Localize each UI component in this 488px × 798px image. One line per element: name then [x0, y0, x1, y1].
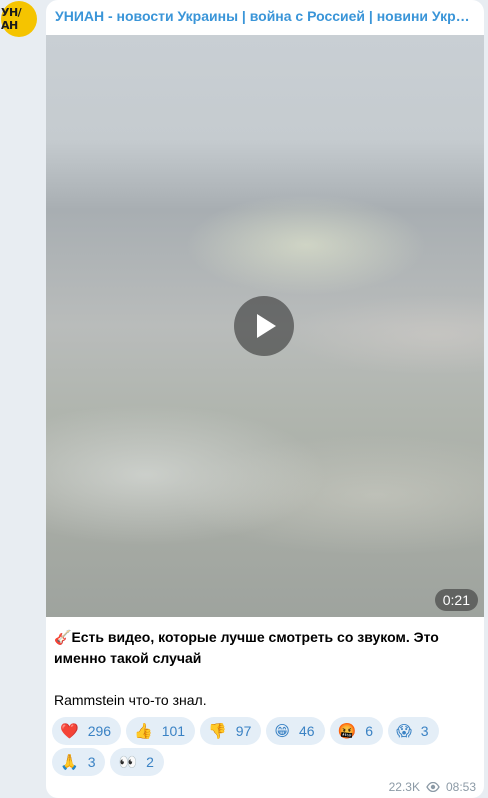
caption-bold-text: Есть видео, которые лучше смотреть со зв…: [54, 629, 439, 666]
caption-second-line: Rammstein что-то знал.: [54, 692, 207, 708]
play-button[interactable]: [234, 296, 294, 356]
reaction-cursing[interactable]: 🤬 6: [329, 717, 384, 745]
reaction-grin[interactable]: 😁 46: [266, 717, 325, 745]
message-bubble: УНИАН - новости Украины | война с Россие…: [46, 0, 484, 798]
reaction-count: 97: [235, 723, 252, 739]
pray-icon: 🙏: [60, 753, 79, 771]
reactions-bar: ❤️ 296 👍 101 👎 97 😁 46 🤬 6 😱 3 🙏 3 👀 2: [52, 717, 478, 779]
reaction-scream[interactable]: 😱 3: [388, 717, 439, 745]
reaction-heart[interactable]: ❤️ 296: [52, 717, 122, 745]
reaction-thumbs-up[interactable]: 👍 101: [126, 717, 196, 745]
message-text: 🎸Есть видео, которые лучше смотреть со з…: [54, 627, 474, 711]
reaction-thumbs-down[interactable]: 👎 97: [200, 717, 262, 745]
heart-icon: ❤️: [60, 722, 79, 740]
reaction-count: 46: [299, 723, 315, 739]
reaction-pray[interactable]: 🙏 3: [52, 748, 106, 776]
reaction-count: 296: [87, 723, 112, 739]
reaction-count: 3: [420, 723, 429, 739]
avatar-logo-text: УН/АН: [1, 6, 22, 32]
message-time: 08:53: [445, 780, 476, 794]
video-player[interactable]: 0:21: [46, 35, 484, 617]
eye-icon: [426, 782, 440, 792]
thumbs-up-icon: 👍: [134, 722, 153, 740]
channel-name[interactable]: УНИАН - новости Украины | война с Россие…: [55, 8, 475, 24]
guitar-emoji-icon: 🎸: [54, 629, 72, 645]
thumbs-down-icon: 👎: [208, 722, 227, 740]
reaction-count: 2: [146, 754, 154, 770]
cursing-face-icon: 🤬: [337, 722, 357, 740]
channel-avatar[interactable]: УН/АН: [1, 1, 37, 37]
scream-icon: 😱: [396, 722, 412, 740]
reaction-count: 3: [87, 754, 96, 770]
eyes-icon: 👀: [118, 753, 138, 771]
reaction-count: 6: [365, 723, 374, 739]
reaction-count: 101: [161, 723, 186, 739]
video-duration: 0:21: [434, 589, 478, 611]
grin-icon: 😁: [274, 722, 290, 740]
message-meta: 22.3K 08:53: [389, 780, 476, 794]
reaction-eyes[interactable]: 👀 2: [110, 748, 164, 776]
view-count: 22.3K: [388, 780, 420, 794]
play-icon: [257, 314, 276, 338]
